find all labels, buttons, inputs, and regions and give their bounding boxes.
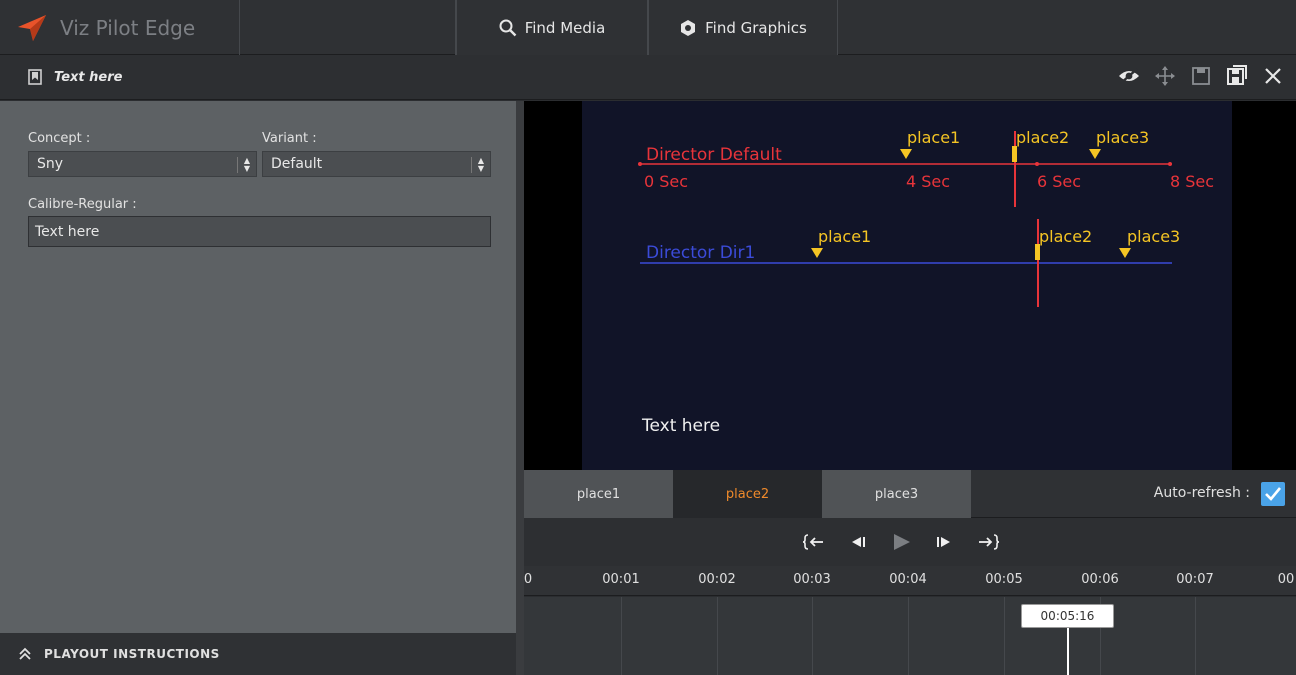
time-label: 6 Sec <box>1037 172 1081 191</box>
save-as-icon[interactable] <box>1226 65 1248 87</box>
concept-select[interactable]: Sny ▲ ▼ <box>28 151 257 177</box>
step-back-icon[interactable] <box>844 530 870 554</box>
place-label: place1 <box>907 128 960 147</box>
step-forward-icon[interactable] <box>932 530 958 554</box>
place-label: place2 <box>1039 227 1092 246</box>
director-default-dot <box>1035 162 1039 166</box>
brand: Viz Pilot Edge <box>0 0 240 55</box>
tick-label: 00:02 <box>698 572 736 587</box>
search-icon <box>499 19 517 37</box>
preview-area: Director Default 0 Sec 4 Sec 6 Sec 8 Sec… <box>524 101 1296 470</box>
calibre-regular-label: Calibre-Regular : <box>28 197 137 212</box>
concept-value: Sny <box>37 156 64 172</box>
checkmark-icon <box>1264 486 1282 502</box>
graphics-icon <box>679 19 697 37</box>
find-graphics-label: Find Graphics <box>705 18 807 37</box>
tab-label: place3 <box>874 486 919 502</box>
variant-label: Variant : <box>262 131 317 146</box>
timeline-track[interactable]: 00:05:16 <box>524 597 1296 675</box>
template-toolbar <box>1118 65 1284 87</box>
director-default-label: Director Default <box>646 145 782 165</box>
timeline-ruler[interactable]: 0 00:01 00:02 00:03 00:04 00:05 00:06 00… <box>524 566 1296 596</box>
director-dir1-place3-marker <box>1119 248 1131 258</box>
hide-icon[interactable] <box>1118 65 1140 87</box>
director-dir1-current-marker <box>1035 244 1040 260</box>
tick-label: 00:06 <box>1081 572 1119 587</box>
tick-label: 00:04 <box>889 572 927 587</box>
director-dir1-place1-marker <box>811 248 823 258</box>
place-label: place3 <box>1127 227 1180 246</box>
top-bar: Viz Pilot Edge Find Media Find Graphics <box>0 0 1296 55</box>
bookmark-icon <box>28 69 42 85</box>
auto-refresh-label: Auto-refresh : <box>1153 485 1250 501</box>
play-icon[interactable] <box>888 530 914 554</box>
tab-place1[interactable]: place1 <box>524 470 673 518</box>
move-icon[interactable] <box>1154 65 1176 87</box>
director-default-place1-marker <box>900 149 912 159</box>
place-label: place3 <box>1096 128 1149 147</box>
time-label: 8 Sec <box>1170 172 1214 191</box>
director-default-dot <box>1168 162 1172 166</box>
save-icon[interactable] <box>1190 65 1212 87</box>
template-bar: Text here <box>0 55 1296 100</box>
tick-label: 00:05 <box>985 572 1023 587</box>
gridline <box>812 597 813 675</box>
concept-label: Concept : <box>28 131 91 146</box>
select-arrows-icon: ▲ ▼ <box>470 157 484 173</box>
tick-label: 00:01 <box>602 572 640 587</box>
text-field-value: Text here <box>35 223 100 240</box>
director-timeline-graphic: Director Default 0 Sec 4 Sec 6 Sec 8 Sec… <box>638 128 1214 307</box>
gridline <box>908 597 909 675</box>
gridline <box>717 597 718 675</box>
go-to-end-icon[interactable] <box>976 530 1002 554</box>
template-title: Text here <box>28 69 122 85</box>
time-label: 0 Sec <box>644 172 688 191</box>
find-graphics-button[interactable]: Find Graphics <box>648 0 838 55</box>
chevron-up-icon <box>18 647 32 661</box>
find-media-label: Find Media <box>524 18 606 37</box>
close-icon[interactable] <box>1262 65 1284 87</box>
tick-label: 0 <box>523 572 533 587</box>
preview-scene: Director Default 0 Sec 4 Sec 6 Sec 8 Sec… <box>582 101 1232 470</box>
tab-place3[interactable]: place3 <box>822 470 971 518</box>
tick-label: 00:07 <box>1176 572 1214 587</box>
place-tabs: place1 place2 place3 Auto-refresh : <box>524 470 1296 518</box>
director-default-current-marker <box>1012 146 1017 162</box>
topbar-spacer <box>241 0 456 55</box>
playout-instructions-label: PLAYOUT INSTRUCTIONS <box>44 647 220 661</box>
tick-label: 00:03 <box>793 572 831 587</box>
gridline <box>1195 597 1196 675</box>
tab-label: place2 <box>725 486 770 502</box>
place-label: place1 <box>818 227 871 246</box>
tab-place2[interactable]: place2 <box>673 470 822 518</box>
transport-controls <box>524 518 1296 566</box>
place-label: place2 <box>1016 128 1069 147</box>
director-dir1-label: Director Dir1 <box>646 243 755 263</box>
app-title: Viz Pilot Edge <box>60 15 196 40</box>
auto-refresh-checkbox[interactable] <box>1261 482 1285 506</box>
timeline-cursor-label[interactable]: 00:05:16 <box>1021 604 1114 628</box>
template-title-text: Text here <box>54 69 123 85</box>
tab-label: place1 <box>576 486 621 502</box>
gridline <box>621 597 622 675</box>
director-default-dot <box>638 162 642 166</box>
text-field[interactable]: Text here <box>28 216 491 247</box>
scene-text: Text here <box>642 416 721 436</box>
tick-label: 00 <box>1277 572 1295 587</box>
template-form: Concept : Variant : Sny ▲ ▼ Default ▲ ▼ Ca… <box>0 101 516 633</box>
logo-icon <box>16 13 48 43</box>
panel-splitter[interactable] <box>516 101 524 675</box>
time-label: 4 Sec <box>906 172 950 191</box>
select-arrows-icon: ▲ ▼ <box>236 157 250 173</box>
gridline <box>1004 597 1005 675</box>
variant-select[interactable]: Default ▲ ▼ <box>262 151 491 177</box>
director-default-place3-marker <box>1089 149 1101 159</box>
find-media-button[interactable]: Find Media <box>456 0 648 55</box>
variant-value: Default <box>271 156 323 172</box>
playout-instructions-toggle[interactable]: PLAYOUT INSTRUCTIONS <box>0 633 516 675</box>
go-to-start-icon[interactable] <box>800 530 826 554</box>
